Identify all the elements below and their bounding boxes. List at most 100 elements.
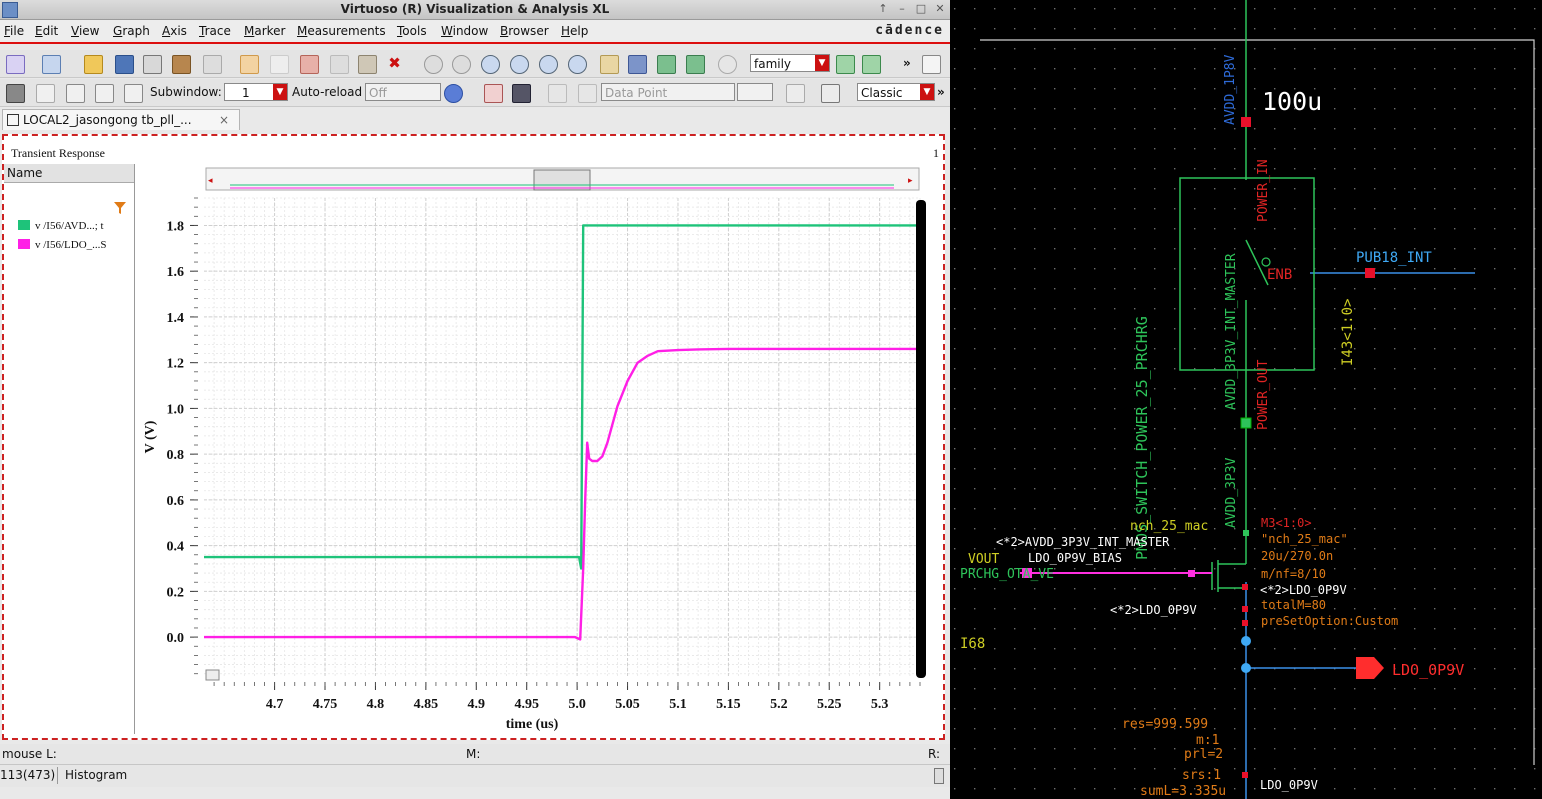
window-minimize-button[interactable]: – <box>896 2 908 15</box>
zoom-circle-2-icon[interactable] <box>452 55 471 74</box>
menu-help[interactable]: Help <box>561 24 588 38</box>
zoom-fit-y-icon[interactable] <box>686 55 705 74</box>
tab-bar: LOCAL2_jasongong tb_pll_... × <box>0 108 950 130</box>
crosshair-icon[interactable] <box>36 84 55 103</box>
copy-icon[interactable] <box>330 55 349 74</box>
save-icon[interactable] <box>115 55 134 74</box>
fit-icon[interactable] <box>628 55 647 74</box>
title-bar[interactable]: Virtuoso (R) Visualization & Analysis XL… <box>0 0 950 20</box>
pan-icon[interactable] <box>600 55 619 74</box>
prev-point-icon[interactable] <box>548 84 567 103</box>
layout-cols-icon[interactable] <box>95 84 114 103</box>
resize-grip[interactable] <box>934 768 944 784</box>
toolbar-overflow[interactable]: » <box>903 56 911 70</box>
stack-icon[interactable] <box>836 55 855 74</box>
new-tab-icon[interactable] <box>42 55 61 74</box>
param-model: "nch_25_mac" <box>1261 532 1348 546</box>
pointer-tool-icon[interactable] <box>6 84 25 103</box>
x-tick-label: 5.25 <box>817 697 842 712</box>
data-point-value[interactable] <box>737 83 773 101</box>
pin-pub18[interactable] <box>1365 268 1375 278</box>
pin-avdd1p8v[interactable] <box>1241 117 1251 127</box>
window-title: Virtuoso (R) Visualization & Analysis XL <box>340 2 610 16</box>
pin-gate[interactable] <box>1188 570 1195 577</box>
menu-browser[interactable]: Browser <box>500 24 549 38</box>
autoreload-combo[interactable]: Off <box>365 83 441 101</box>
delete-icon[interactable]: ✖ <box>386 55 403 72</box>
window-maximize-button[interactable]: □ <box>915 2 927 15</box>
menu-window[interactable]: Window <box>441 24 488 38</box>
menu-view[interactable]: View <box>71 24 99 38</box>
next-point-icon[interactable] <box>578 84 597 103</box>
zoom-reset-icon[interactable] <box>718 55 737 74</box>
data-point-combo[interactable]: Data Point <box>601 83 735 101</box>
grid-toggle-icon[interactable] <box>922 55 941 74</box>
subwindow-combo[interactable]: 1 ▼ <box>224 83 288 101</box>
redo-icon[interactable] <box>270 55 289 74</box>
plot-vertical-scrollbar <box>916 200 926 678</box>
zoom-y-icon[interactable] <box>568 55 587 74</box>
histogram-icon[interactable] <box>786 84 805 103</box>
menu-edit[interactable]: Edit <box>35 24 58 38</box>
tab-local2[interactable]: LOCAL2_jasongong tb_pll_... × <box>2 109 240 130</box>
net-label-ldo-bottom: LDO_0P9V <box>1260 778 1318 792</box>
schematic-drawing[interactable]: AVDD_1P8V 100u POWER_IN ENB PUB18_INT I4… <box>950 0 1542 799</box>
menu-file[interactable]: File <box>4 24 24 38</box>
param-wl: 20u/270.0n <box>1261 549 1333 563</box>
tab-close-button[interactable]: × <box>219 110 229 130</box>
zoom-fit-x-icon[interactable] <box>657 55 676 74</box>
y-tick-label: 0.0 <box>167 631 185 646</box>
screenshot-icon[interactable] <box>172 55 191 74</box>
toolbar2-overflow[interactable]: » <box>937 85 945 99</box>
param-totalm: totalM=80 <box>1261 598 1326 612</box>
cut-icon[interactable] <box>300 55 319 74</box>
paste-icon[interactable] <box>358 55 377 74</box>
window-raise-button[interactable]: ↑ <box>877 2 889 15</box>
classic-combo[interactable]: Classic ▼ <box>857 83 935 101</box>
menu-trace[interactable]: Trace <box>199 24 231 38</box>
x-tick-label: 4.75 <box>313 697 338 712</box>
menu-measurements[interactable]: Measurements <box>297 24 386 38</box>
export-icon[interactable] <box>203 55 222 74</box>
pin-power-out[interactable] <box>1240 417 1252 429</box>
layout-grid-icon[interactable] <box>124 84 143 103</box>
table-icon[interactable] <box>821 84 840 103</box>
x-tick-label: 4.95 <box>514 697 539 712</box>
menu-axis[interactable]: Axis <box>162 24 187 38</box>
reload-icon[interactable] <box>444 84 463 103</box>
pin-drain[interactable] <box>1243 530 1249 536</box>
y-tick-label: 0.2 <box>167 585 185 600</box>
undo-icon[interactable] <box>240 55 259 74</box>
schematic-canvas[interactable]: AVDD_1P8V 100u POWER_IN ENB PUB18_INT I4… <box>950 0 1542 799</box>
param-preset: preSetOption:Custom <box>1261 614 1398 628</box>
open-folder-icon[interactable] <box>84 55 103 74</box>
zoom-in-icon[interactable] <box>481 55 500 74</box>
status-bar-2: 113(473) Histogram <box>0 764 950 787</box>
marker-bar-icon[interactable] <box>484 84 503 103</box>
zoom-out-icon[interactable] <box>510 55 529 74</box>
transient-chart[interactable]: ◂ ▸ 4.7 4.75 4.8 4.85 4.9 4.95 5.0 5.05 5.1 5.15 5.2… <box>4 136 943 738</box>
menu-graph[interactable]: Graph <box>113 24 150 38</box>
plot-subwindow[interactable]: Transient Response 1 Name v /I56/AVD...;… <box>2 134 945 740</box>
strip-icon[interactable] <box>862 55 881 74</box>
layout-rows-icon[interactable] <box>66 84 85 103</box>
cadence-logo: cādence <box>875 23 944 38</box>
family-combo[interactable]: family ▼ <box>750 54 830 72</box>
new-window-icon[interactable] <box>6 55 25 74</box>
y-tick-label: 1.6 <box>167 265 185 280</box>
instance-label-i43: I43<1:0> <box>1340 299 1356 366</box>
zoom-x-icon[interactable] <box>539 55 558 74</box>
x-tick-label: 4.7 <box>266 697 284 712</box>
menu-marker[interactable]: Marker <box>244 24 285 38</box>
expand-widget <box>205 669 220 681</box>
zoom-circle-icon[interactable] <box>424 55 443 74</box>
plot-area <box>204 198 920 676</box>
print-icon[interactable] <box>143 55 162 74</box>
window-close-button[interactable]: ✕ <box>934 2 946 15</box>
pin-label-ldo-source: <*2>LDO_0P9V <box>1260 583 1347 597</box>
menu-bar: File Edit View Graph Axis Trace Marker M… <box>0 20 950 44</box>
y-axis-label: V (V) <box>143 420 158 453</box>
menu-tools[interactable]: Tools <box>397 24 427 38</box>
trace-mode-icon[interactable] <box>512 84 531 103</box>
junction-dot-2 <box>1241 663 1251 673</box>
